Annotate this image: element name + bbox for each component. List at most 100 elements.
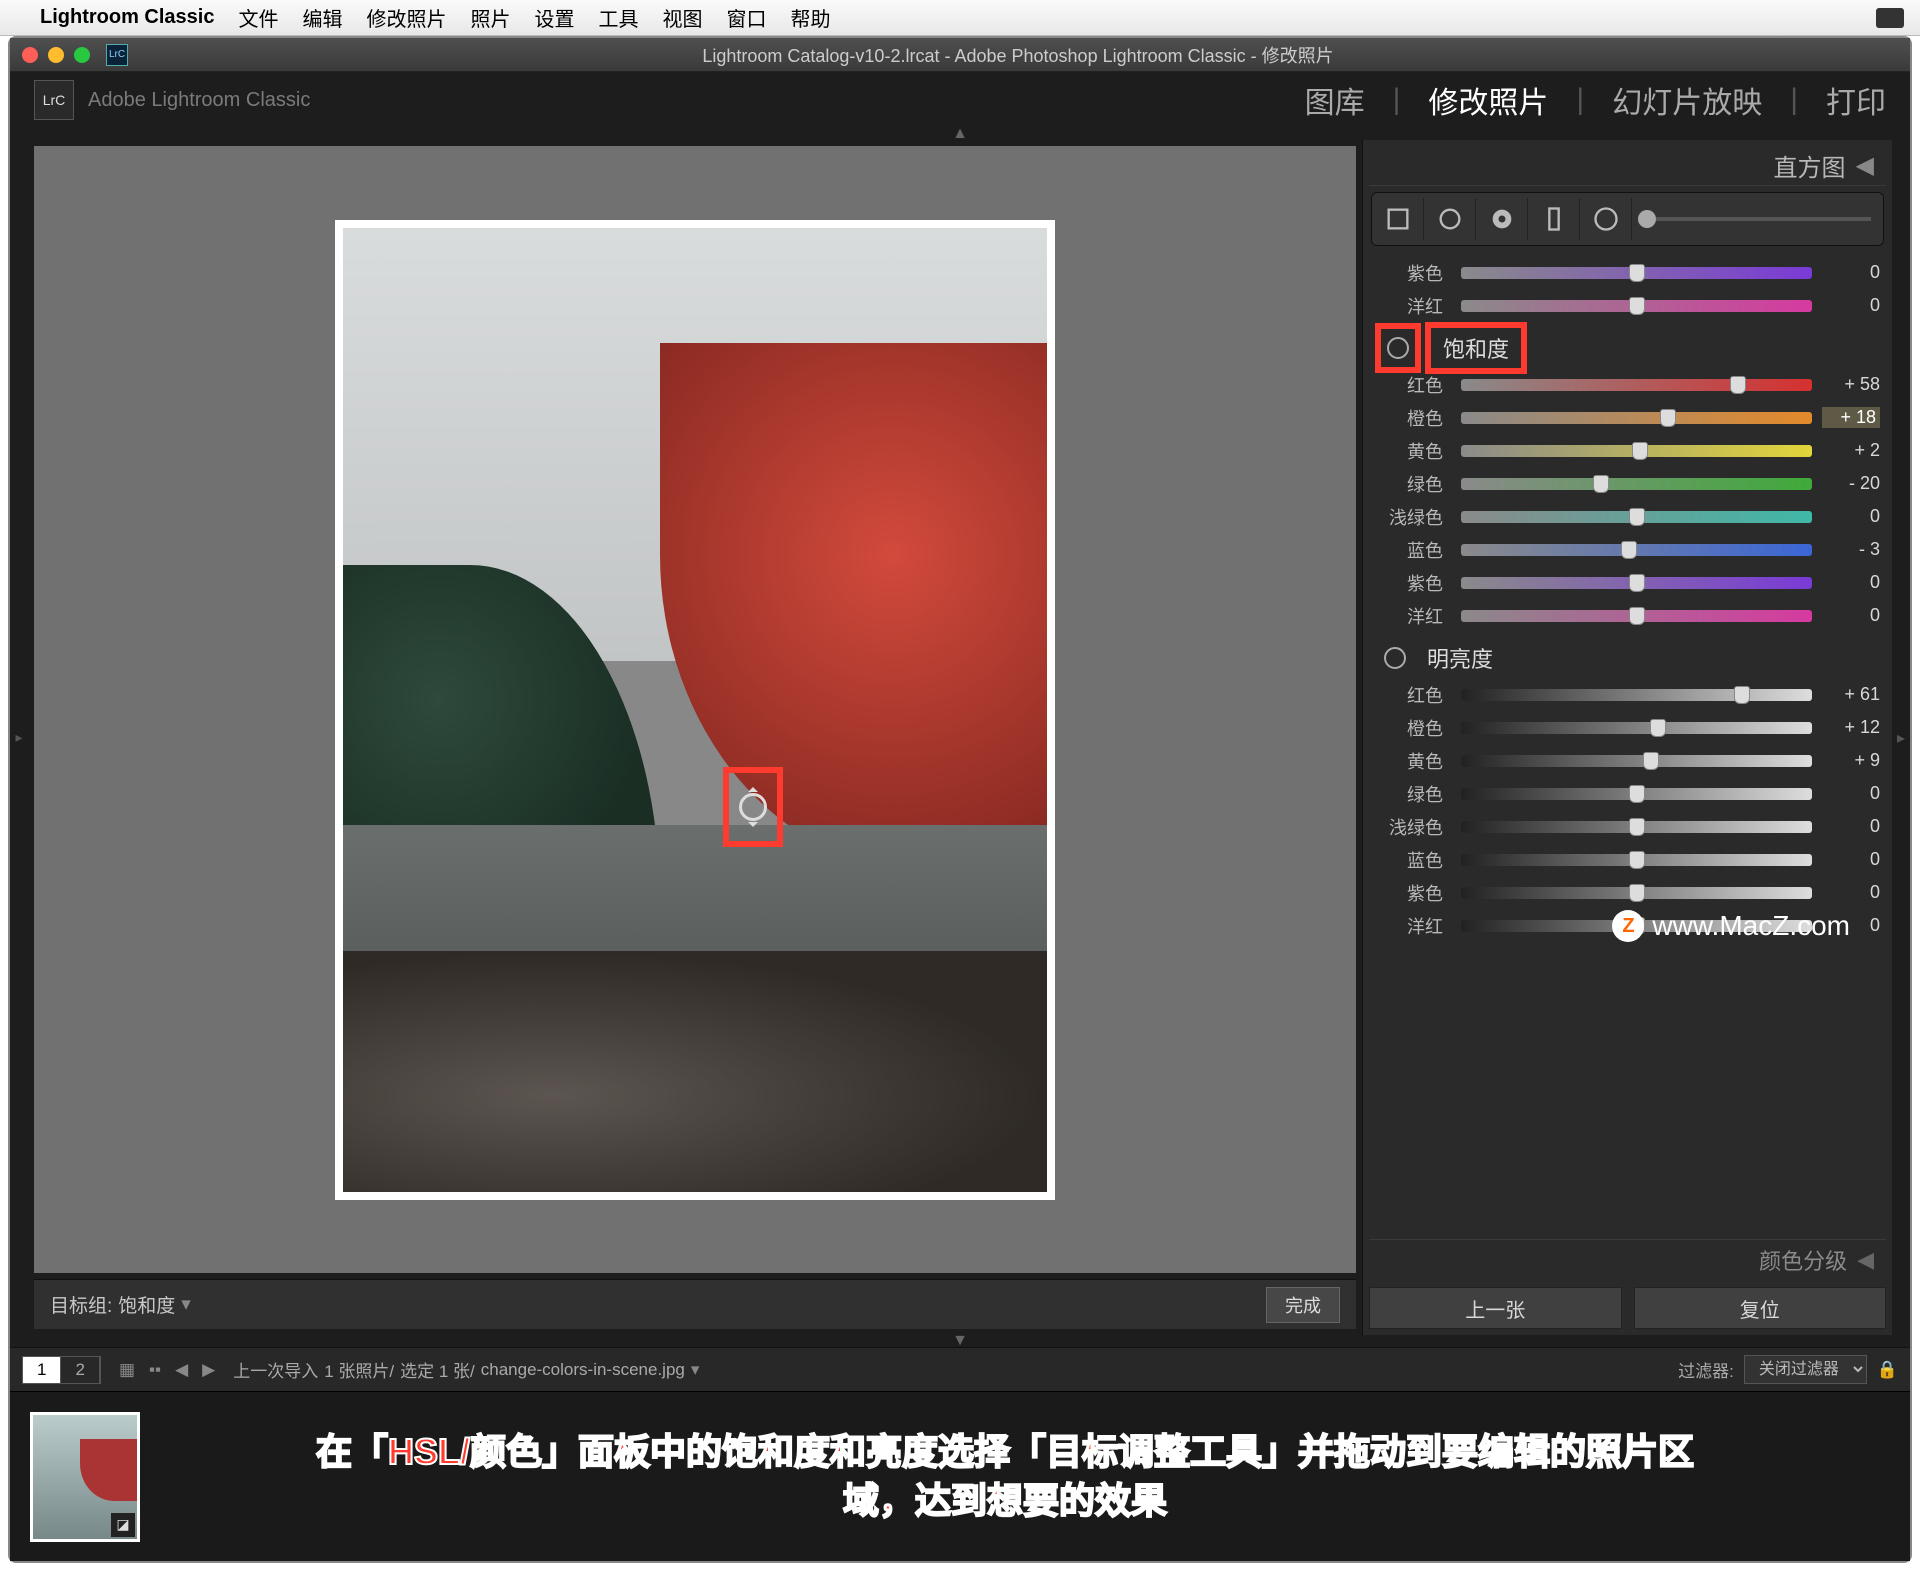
brush-slider[interactable] (1632, 210, 1883, 228)
slider-track[interactable] (1461, 478, 1812, 490)
slider-handle[interactable] (1643, 752, 1659, 770)
hsl-sliders-scroll[interactable]: 紫色0洋红0饱和度红色+ 58橙色+ 18黄色+ 2绿色- 20浅绿色0蓝色- … (1369, 252, 1886, 1233)
footer-breadcrumb[interactable]: 上一次导入 1 张照片/ 选定 1 张/ change-colors-in-sc… (233, 1357, 699, 1382)
hsl-slider-row[interactable]: 绿色- 20 (1375, 467, 1880, 500)
slider-track[interactable] (1461, 445, 1812, 457)
color-grading-panel-header[interactable]: 颜色分级 ◀ (1369, 1239, 1886, 1279)
slider-value[interactable]: 0 (1822, 295, 1880, 316)
slider-handle[interactable] (1629, 297, 1645, 315)
photo-preview[interactable] (335, 220, 1055, 1200)
filmstrip-thumb[interactable]: ◪ (30, 1412, 140, 1542)
hsl-slider-row[interactable]: 紫色0 (1375, 876, 1880, 909)
minimize-icon[interactable] (48, 47, 64, 63)
redeye-tool-icon[interactable] (1476, 198, 1528, 240)
slider-track[interactable] (1461, 412, 1812, 424)
menubar-app-name[interactable]: Lightroom Classic (40, 6, 214, 29)
slider-value[interactable]: 0 (1822, 572, 1880, 593)
hsl-slider-row[interactable]: 洋红0 (1375, 909, 1880, 942)
hsl-slider-row[interactable]: 洋红0 (1375, 289, 1880, 322)
collapse-caret-icon[interactable]: ◀ (1857, 1247, 1874, 1273)
zoom-icon[interactable] (74, 47, 90, 63)
canvas-area[interactable] (34, 146, 1356, 1273)
grid-large-icon[interactable]: ▦ (119, 1360, 135, 1380)
slider-value[interactable]: + 61 (1822, 684, 1880, 705)
filter-lock-icon[interactable]: 🔒 (1877, 1360, 1898, 1380)
slider-handle[interactable] (1730, 376, 1746, 394)
slider-value[interactable]: 0 (1822, 882, 1880, 903)
target-adjust-cursor-icon[interactable] (739, 793, 767, 821)
menu-view[interactable]: 视图 (662, 3, 702, 32)
slider-handle[interactable] (1650, 719, 1666, 737)
hsl-slider-row[interactable]: 黄色+ 9 (1375, 744, 1880, 777)
slider-handle[interactable] (1629, 917, 1645, 935)
left-panel-toggle-icon[interactable]: ▸ (10, 140, 28, 1335)
slider-value[interactable]: + 2 (1822, 440, 1880, 461)
hsl-slider-row[interactable]: 橙色+ 18 (1375, 401, 1880, 434)
menu-settings[interactable]: 设置 (534, 3, 574, 32)
slider-value[interactable]: + 9 (1822, 750, 1880, 771)
hsl-slider-row[interactable]: 浅绿色0 (1375, 810, 1880, 843)
menu-tools[interactable]: 工具 (598, 3, 638, 32)
slider-value[interactable]: 0 (1822, 605, 1880, 626)
menu-window[interactable]: 窗口 (726, 3, 766, 32)
slider-handle[interactable] (1629, 264, 1645, 282)
slider-track[interactable] (1461, 788, 1812, 800)
filter-select[interactable]: 关闭过滤器 (1744, 1355, 1867, 1384)
slider-value[interactable]: + 18 (1822, 407, 1880, 428)
slider-track[interactable] (1461, 544, 1812, 556)
slider-value[interactable]: 0 (1822, 506, 1880, 527)
slider-track[interactable] (1461, 300, 1812, 312)
slider-track[interactable] (1461, 577, 1812, 589)
nav-fwd-icon[interactable]: ▶ (202, 1360, 215, 1380)
reset-button[interactable]: 复位 (1634, 1287, 1887, 1329)
slider-handle[interactable] (1629, 785, 1645, 803)
module-slideshow[interactable]: 幻灯片放映 (1612, 78, 1762, 122)
top-panel-toggle-icon[interactable]: ▲ (10, 128, 1910, 140)
slider-track[interactable] (1461, 379, 1812, 391)
dropdown-caret-icon[interactable]: ▾ (691, 1360, 700, 1380)
slider-handle[interactable] (1629, 851, 1645, 869)
target-adjust-tool-icon[interactable] (1387, 337, 1409, 359)
saturation-title[interactable]: 饱和度 (1443, 337, 1509, 362)
slider-track[interactable] (1461, 511, 1812, 523)
slider-track[interactable] (1461, 689, 1812, 701)
crop-tool-icon[interactable] (1372, 198, 1424, 240)
hsl-slider-row[interactable]: 洋红0 (1375, 599, 1880, 632)
slider-value[interactable]: - 3 (1822, 539, 1880, 560)
hsl-slider-row[interactable]: 红色+ 61 (1375, 678, 1880, 711)
filmstrip-toggle-icon[interactable]: ▼ (10, 1335, 1910, 1347)
target-adjust-tool-icon[interactable] (1384, 647, 1406, 669)
slider-handle[interactable] (1734, 686, 1750, 704)
target-group-value[interactable]: 饱和度 (118, 1291, 175, 1318)
slider-track[interactable] (1461, 755, 1812, 767)
menu-develop[interactable]: 修改照片 (366, 3, 446, 32)
slider-handle[interactable] (1629, 884, 1645, 902)
hsl-slider-row[interactable]: 绿色0 (1375, 777, 1880, 810)
slider-value[interactable]: 0 (1822, 262, 1880, 283)
menu-edit[interactable]: 编辑 (302, 3, 342, 32)
slider-handle[interactable] (1660, 409, 1676, 427)
done-button[interactable]: 完成 (1266, 1287, 1340, 1323)
right-panel-toggle-icon[interactable]: ▸ (1892, 140, 1910, 1335)
slider-track[interactable] (1461, 887, 1812, 899)
hsl-slider-row[interactable]: 蓝色- 3 (1375, 533, 1880, 566)
slider-value[interactable]: 0 (1822, 783, 1880, 804)
slider-track[interactable] (1461, 920, 1812, 932)
slider-value[interactable]: + 12 (1822, 717, 1880, 738)
histogram-panel-header[interactable]: 直方图 ◀ (1369, 146, 1886, 186)
slider-track[interactable] (1461, 267, 1812, 279)
slider-handle[interactable] (1629, 607, 1645, 625)
slider-track[interactable] (1461, 610, 1812, 622)
menu-help[interactable]: 帮助 (790, 3, 830, 32)
slider-track[interactable] (1461, 821, 1812, 833)
module-library[interactable]: 图库 (1305, 78, 1365, 122)
slider-value[interactable]: + 58 (1822, 374, 1880, 395)
module-print[interactable]: 打印 (1826, 78, 1886, 122)
slider-handle[interactable] (1621, 541, 1637, 559)
slider-handle[interactable] (1629, 574, 1645, 592)
identity-plate[interactable]: Adobe Lightroom Classic (88, 89, 310, 112)
tray-icon[interactable] (1876, 8, 1904, 28)
slider-value[interactable]: - 20 (1822, 473, 1880, 494)
grid-small-icon[interactable]: ▪▪ (149, 1360, 161, 1380)
nav-back-icon[interactable]: ◀ (175, 1360, 188, 1380)
